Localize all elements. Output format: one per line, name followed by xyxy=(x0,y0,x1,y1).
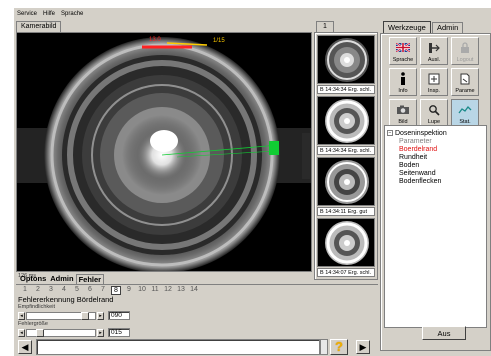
sensitivity-label: Empfindlichkeit xyxy=(18,304,55,310)
tree-item-roundness[interactable]: Rundheit xyxy=(387,154,484,162)
error-number-tab[interactable]: 13 xyxy=(176,286,186,295)
tree-root-label: Doseninspektion xyxy=(394,130,447,137)
exit-button[interactable]: Aus xyxy=(422,326,466,340)
camera-view: 13.0 1/15 xyxy=(16,32,312,272)
statistics-button[interactable]: Stat. xyxy=(451,99,479,127)
tree-root[interactable]: − Doseninspektion xyxy=(387,130,484,138)
magnifier-button[interactable]: Lupe xyxy=(420,99,448,127)
error-size-thumb[interactable] xyxy=(36,328,44,337)
error-number-tab[interactable]: 4 xyxy=(59,286,69,295)
tab-options[interactable]: Optons xyxy=(18,274,48,284)
language-button[interactable]: Sprache xyxy=(389,37,417,65)
language-label: Sprache xyxy=(392,57,414,63)
tab-errors[interactable]: Fehler xyxy=(75,274,105,284)
error-number-tab[interactable]: 9 xyxy=(124,286,134,295)
bottom-tab-bar: Optons Admin Fehler xyxy=(18,274,105,284)
error-size-slider[interactable]: ◂ ▸ 015 xyxy=(18,328,130,337)
error-number-tab[interactable]: 5 xyxy=(72,286,82,295)
error-number-tab[interactable]: 10 xyxy=(137,286,147,295)
error-number-tab[interactable]: 12 xyxy=(163,286,173,295)
slider-right-arrow-icon[interactable]: ▸ xyxy=(97,328,104,337)
magnifier-icon xyxy=(421,100,447,119)
statistics-icon xyxy=(452,100,478,119)
sensitivity-track[interactable] xyxy=(26,311,96,320)
camera-image xyxy=(17,33,311,271)
menu-language[interactable]: Sprache xyxy=(61,11,83,17)
info-label: Info xyxy=(398,88,408,94)
parameter-icon xyxy=(452,69,478,88)
thumbnail-label: B 14:34:07 Erg. schl. xyxy=(317,268,375,277)
tree-item-side-wall[interactable]: Seitenwand xyxy=(387,170,484,178)
sensitivity-slider[interactable]: ◂ ▸ 090 xyxy=(18,311,130,320)
sensitivity-value[interactable]: 090 xyxy=(108,311,130,320)
tree-item-parameter[interactable]: Parameter xyxy=(387,138,484,146)
error-number-tab[interactable]: 2 xyxy=(33,286,43,295)
error-number-tab[interactable]: 11 xyxy=(150,286,160,295)
trigger-label: Ausl. xyxy=(427,57,441,63)
logout-label: Logout xyxy=(456,57,474,63)
menu-service[interactable]: Service xyxy=(17,11,37,17)
logout-button[interactable]: Logout xyxy=(451,37,479,65)
slider-right-arrow-icon[interactable]: ▸ xyxy=(97,311,104,320)
inspection-button[interactable]: Insp. xyxy=(420,68,448,96)
next-arrow-icon[interactable]: ▶ xyxy=(356,340,370,354)
slider-left-arrow-icon[interactable]: ◂ xyxy=(18,311,25,320)
tab-admin[interactable]: Admin xyxy=(432,22,464,33)
parameter-label: Parame xyxy=(455,88,475,94)
tool-grid: Sprache Ausl. Logout Info Insp. Parame B… xyxy=(389,37,481,127)
thumbnail-label: B 14:34:34 Erg. schl. xyxy=(317,85,375,94)
thumbnail-image[interactable] xyxy=(317,96,375,145)
thumbnail-image[interactable] xyxy=(317,218,375,267)
lock-icon xyxy=(452,38,478,57)
tab-bottom-admin[interactable]: Admin xyxy=(48,274,75,284)
overlay-left-value: 13.0 xyxy=(149,37,161,43)
help-button[interactable]: ? xyxy=(330,339,348,355)
application-window: Service Hilfe Sprache Kamerabild 13.0 1/… xyxy=(14,8,491,356)
inspection-label: Insp. xyxy=(428,88,440,94)
info-icon xyxy=(390,69,416,88)
image-button[interactable]: Bild xyxy=(389,99,417,127)
tree-item-bottom[interactable]: Boden xyxy=(387,162,484,170)
error-number-tabs: 1 2 3 4 5 6 7 8 9 10 11 12 13 14 xyxy=(20,286,199,295)
tree-item-flange[interactable]: Boerdelrand xyxy=(387,146,484,154)
tree-collapse-icon[interactable]: − xyxy=(387,130,393,137)
menu-help[interactable]: Hilfe xyxy=(43,11,55,17)
previous-arrow-icon[interactable]: ◀ xyxy=(18,340,32,354)
trigger-button[interactable]: Ausl. xyxy=(420,37,448,65)
flag-icon xyxy=(390,38,416,57)
overlay-right-value: 1/15 xyxy=(213,38,225,44)
menu-bar: Service Hilfe Sprache xyxy=(14,8,384,20)
parameter-button[interactable]: Parame xyxy=(451,68,479,96)
help-question-icon: ? xyxy=(335,339,343,354)
error-number-tab[interactable]: 1 xyxy=(20,286,30,295)
tab-thumbnails[interactable]: 1 xyxy=(316,21,334,32)
trigger-icon xyxy=(421,38,447,57)
thumbnail-image[interactable] xyxy=(317,157,375,206)
tab-tools[interactable]: Werkzeuge xyxy=(383,21,431,33)
error-number-tab[interactable]: 7 xyxy=(98,286,108,295)
thumbnail-label: B 14:34:34 Erg. schl. xyxy=(317,146,375,155)
slider-left-arrow-icon[interactable]: ◂ xyxy=(18,328,25,337)
inspection-tree: − Doseninspektion Parameter Boerdelrand … xyxy=(384,125,487,328)
error-size-track[interactable] xyxy=(26,328,96,337)
message-scrollbar[interactable] xyxy=(320,339,328,355)
inspection-icon xyxy=(421,69,447,88)
thumbnail-label: B 14:34:11 Erg. gut xyxy=(317,207,375,216)
thumbnail-image[interactable] xyxy=(317,35,375,84)
error-number-tab[interactable]: 8 xyxy=(111,286,121,295)
message-field xyxy=(36,339,320,355)
error-number-tab[interactable]: 14 xyxy=(189,286,199,295)
error-number-tab[interactable]: 6 xyxy=(85,286,95,295)
info-button[interactable]: Info xyxy=(389,68,417,96)
camera-icon xyxy=(390,100,416,119)
thumbnail-panel: B 14:34:34 Erg. schl. B 14:34:34 Erg. sc… xyxy=(314,32,378,280)
error-number-tab[interactable]: 3 xyxy=(46,286,56,295)
error-size-label: Fehlergröße xyxy=(18,321,48,327)
tab-camera-image[interactable]: Kamerabild xyxy=(16,21,62,32)
error-size-value[interactable]: 015 xyxy=(108,328,130,337)
bottom-tab-divider xyxy=(16,284,378,285)
sensitivity-thumb[interactable] xyxy=(81,311,89,320)
tree-item-bottom-spots[interactable]: Bodenflecken xyxy=(387,178,484,186)
section-title: Fehlererkennung Bördelrand xyxy=(18,295,114,304)
